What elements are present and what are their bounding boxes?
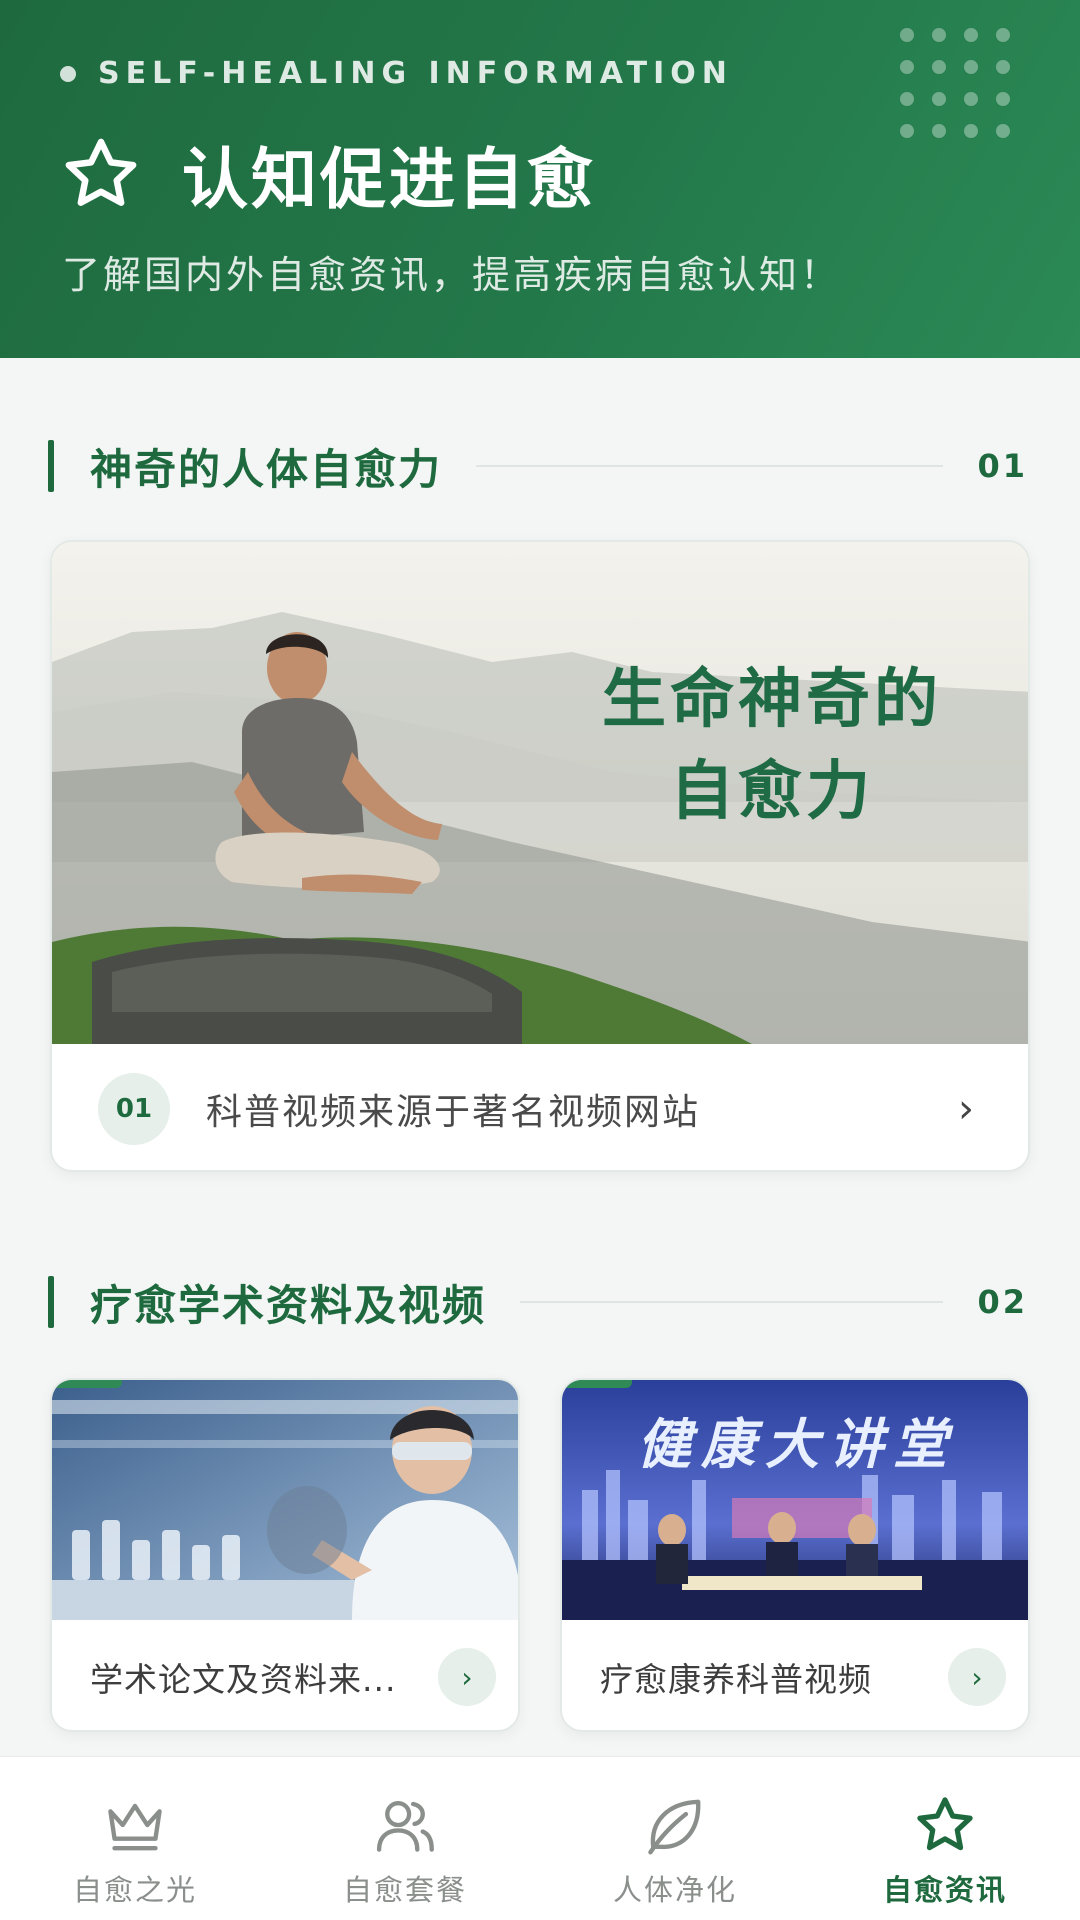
header-eyebrow: SELF-HEALING INFORMATION — [60, 56, 733, 91]
chevron-right-icon[interactable]: › — [438, 1648, 496, 1706]
star-icon — [65, 138, 137, 206]
card-footer[interactable]: 学术论文及资料来... › — [52, 1620, 518, 1730]
feature-video-card[interactable]: 生命神奇的 自愈力 01 科普视频来源于著名视频网站 › — [50, 540, 1030, 1172]
feature-card-text: 科普视频来源于著名视频网站 — [206, 1092, 701, 1133]
lab-scene — [52, 1380, 518, 1620]
lecture-title: 健康大讲堂 — [637, 1412, 957, 1476]
section-title: 疗愈学术资料及视频 — [90, 1280, 487, 1330]
section-accent-bar — [48, 1276, 54, 1328]
chevron-right-icon[interactable]: › — [946, 1086, 986, 1132]
card-footer[interactable]: 疗愈康养科普视频 › — [562, 1620, 1028, 1730]
meditation-image: 生命神奇的 自愈力 — [52, 542, 1028, 1044]
image-caption-line-2: 自愈力 — [670, 754, 874, 829]
health-lecture-image: 健康大讲堂 — [562, 1380, 1028, 1620]
nav-item-purify[interactable]: 人体净化 — [540, 1757, 810, 1920]
card-accent — [562, 1380, 632, 1388]
page-title: 认知促进自愈 — [182, 141, 596, 218]
nav-label: 自愈套餐 — [342, 1873, 467, 1907]
header-title-row: 认知促进自愈 — [60, 126, 596, 222]
page-subtitle: 了解国内外自愈资讯，提高疾病自愈认知！ — [62, 253, 842, 297]
chevron-right-icon[interactable]: › — [948, 1648, 1006, 1706]
section-divider — [520, 1301, 944, 1303]
section-number: 02 — [977, 1283, 1028, 1321]
section-header-01: 神奇的人体自愈力 01 — [48, 436, 1028, 496]
bottom-nav: 自愈之光 自愈套餐 人体净化 自愈资讯 — [0, 1756, 1080, 1920]
eyebrow-dot — [60, 65, 76, 82]
image-caption: 生命神奇的 自愈力 — [572, 654, 972, 838]
section-header-02: 疗愈学术资料及视频 02 — [48, 1272, 1028, 1332]
nav-item-light[interactable]: 自愈之光 — [0, 1757, 270, 1920]
number-badge: 01 — [98, 1073, 170, 1145]
nav-label: 人体净化 — [612, 1873, 737, 1907]
nav-item-packages[interactable]: 自愈套餐 — [270, 1757, 540, 1920]
image-caption-line-1: 生命神奇的 — [602, 662, 942, 737]
crown-icon — [108, 1803, 162, 1851]
star-icon — [917, 1797, 973, 1851]
section-title: 神奇的人体自愈力 — [90, 444, 443, 494]
card-accent — [52, 1380, 122, 1388]
nav-label: 自愈资讯 — [882, 1873, 1007, 1907]
page-header: SELF-HEALING INFORMATION 认知促进自愈 了解国内外自愈资… — [0, 0, 1080, 358]
lab-research-image — [52, 1380, 518, 1620]
academic-papers-card[interactable]: 学术论文及资料来... › — [50, 1378, 520, 1732]
card-title: 疗愈康养科普视频 — [600, 1660, 872, 1699]
eyebrow-text: SELF-HEALING INFORMATION — [98, 56, 733, 91]
leaf-icon — [648, 1799, 701, 1855]
users-icon — [376, 1801, 434, 1852]
card-title: 学术论文及资料来... — [90, 1660, 397, 1699]
nav-label: 自愈之光 — [72, 1873, 197, 1907]
nav-item-news[interactable]: 自愈资讯 — [810, 1757, 1080, 1920]
section-accent-bar — [48, 440, 54, 492]
healing-video-card[interactable]: 健康大讲堂 疗愈康养科普视频 › — [560, 1378, 1030, 1732]
section-divider — [476, 465, 944, 467]
feature-card-footer[interactable]: 01 科普视频来源于著名视频网站 › — [52, 1044, 1028, 1170]
decorative-dot-grid — [900, 28, 1010, 138]
section-number: 01 — [977, 447, 1028, 485]
